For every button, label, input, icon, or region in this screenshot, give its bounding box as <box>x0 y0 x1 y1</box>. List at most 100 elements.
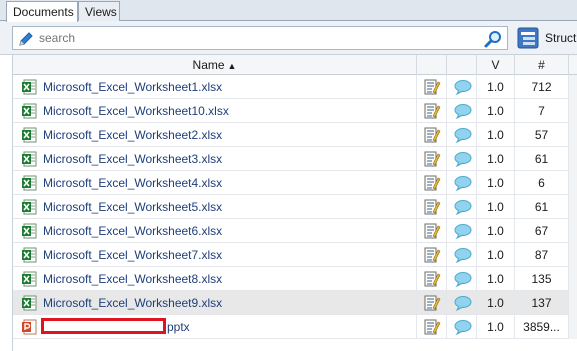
comment-bubble-icon[interactable] <box>454 103 472 122</box>
notes-cell[interactable] <box>417 123 447 147</box>
notes-cell[interactable] <box>417 99 447 123</box>
notes-cell[interactable] <box>417 171 447 195</box>
table-row[interactable]: Microsoft_Excel_Worksheet5.xlsx 1.0 61 <box>13 195 577 219</box>
name-cell[interactable]: Microsoft_Excel_Worksheet4.xlsx <box>13 171 417 195</box>
file-name: Microsoft_Excel_Worksheet10.xlsx <box>43 104 229 118</box>
file-name: Microsoft_Excel_Worksheet6.xlsx <box>43 224 223 238</box>
extra-cell <box>569 315 577 339</box>
table-row[interactable]: Microsoft_Excel_Worksheet6.xlsx 1.0 67 <box>13 219 577 243</box>
tab-views[interactable]: Views <box>78 1 120 21</box>
notes-icon[interactable] <box>423 198 441 219</box>
notes-icon[interactable] <box>423 150 441 171</box>
search-icon[interactable] <box>483 29 503 52</box>
table-row[interactable]: Microsoft_Excel_Worksheet2.xlsx 1.0 57 <box>13 123 577 147</box>
comment-bubble-icon[interactable] <box>454 175 472 194</box>
notes-cell[interactable] <box>417 267 447 291</box>
comments-cell[interactable] <box>447 315 477 339</box>
comments-cell[interactable] <box>447 75 477 99</box>
name-cell[interactable]: Microsoft_Excel_Worksheet7.xlsx <box>13 243 417 267</box>
table-row[interactable]: pptx 1.0 3859... <box>13 315 577 339</box>
name-cell[interactable]: Microsoft_Excel_Worksheet2.xlsx <box>13 123 417 147</box>
notes-cell[interactable] <box>417 219 447 243</box>
name-cell[interactable]: pptx <box>13 315 417 339</box>
redaction-box <box>41 318 166 334</box>
table-row[interactable]: Microsoft_Excel_Worksheet7.xlsx 1.0 87 <box>13 243 577 267</box>
column-header-extra[interactable] <box>569 55 577 75</box>
name-cell[interactable]: Microsoft_Excel_Worksheet3.xlsx <box>13 147 417 171</box>
name-cell[interactable]: Microsoft_Excel_Worksheet1.xlsx <box>13 75 417 99</box>
comments-cell[interactable] <box>447 99 477 123</box>
toolbar: Structu <box>0 21 577 55</box>
notes-icon[interactable] <box>423 318 441 339</box>
comment-bubble-icon[interactable] <box>454 223 472 242</box>
comment-bubble-icon[interactable] <box>454 79 472 98</box>
file-name: Microsoft_Excel_Worksheet3.xlsx <box>43 152 223 166</box>
search-input[interactable] <box>39 30 469 46</box>
count-cell: 6 <box>515 171 569 195</box>
comments-cell[interactable] <box>447 243 477 267</box>
structure-label: Structu <box>545 31 577 45</box>
excel-file-icon <box>21 223 37 242</box>
count-cell: 67 <box>515 219 569 243</box>
version-cell: 1.0 <box>477 195 515 219</box>
version-cell: 1.0 <box>477 243 515 267</box>
version-cell: 1.0 <box>477 75 515 99</box>
comments-cell[interactable] <box>447 291 477 315</box>
count-cell: 135 <box>515 267 569 291</box>
column-header-notes[interactable] <box>417 55 447 75</box>
column-header-version[interactable]: V <box>477 55 515 75</box>
notes-cell[interactable] <box>417 195 447 219</box>
notes-cell[interactable] <box>417 243 447 267</box>
table-row[interactable]: Microsoft_Excel_Worksheet4.xlsx 1.0 6 <box>13 171 577 195</box>
table-row[interactable]: Microsoft_Excel_Worksheet1.xlsx 1.0 712 <box>13 75 577 99</box>
count-cell: 57 <box>515 123 569 147</box>
name-cell[interactable]: Microsoft_Excel_Worksheet8.xlsx <box>13 267 417 291</box>
comments-cell[interactable] <box>447 219 477 243</box>
column-header-name[interactable]: Name ▲ <box>13 55 417 75</box>
notes-icon[interactable] <box>423 270 441 291</box>
table-row[interactable]: Microsoft_Excel_Worksheet3.xlsx 1.0 61 <box>13 147 577 171</box>
name-cell[interactable]: Microsoft_Excel_Worksheet6.xlsx <box>13 219 417 243</box>
sort-ascending-icon: ▲ <box>227 61 237 71</box>
comments-cell[interactable] <box>447 267 477 291</box>
name-cell[interactable]: Microsoft_Excel_Worksheet9.xlsx <box>13 291 417 315</box>
comments-cell[interactable] <box>447 147 477 171</box>
comments-cell[interactable] <box>447 195 477 219</box>
comments-cell[interactable] <box>447 123 477 147</box>
notes-icon[interactable] <box>423 222 441 243</box>
notes-cell[interactable] <box>417 75 447 99</box>
notes-icon[interactable] <box>423 174 441 195</box>
name-cell[interactable]: Microsoft_Excel_Worksheet10.xlsx <box>13 99 417 123</box>
tab-documents[interactable]: Documents <box>6 1 78 22</box>
name-cell[interactable]: Microsoft_Excel_Worksheet5.xlsx <box>13 195 417 219</box>
file-name: Microsoft_Excel_Worksheet9.xlsx <box>43 296 223 310</box>
comment-bubble-icon[interactable] <box>454 127 472 146</box>
notes-cell[interactable] <box>417 147 447 171</box>
comment-bubble-icon[interactable] <box>454 151 472 170</box>
comments-cell[interactable] <box>447 171 477 195</box>
comment-bubble-icon[interactable] <box>454 319 472 338</box>
comment-bubble-icon[interactable] <box>454 271 472 290</box>
table-row[interactable]: Microsoft_Excel_Worksheet10.xlsx 1.0 7 <box>13 99 577 123</box>
table-row[interactable]: Microsoft_Excel_Worksheet9.xlsx 1.0 137 <box>13 291 577 315</box>
extra-cell <box>569 147 577 171</box>
comment-bubble-icon[interactable] <box>454 247 472 266</box>
notes-icon[interactable] <box>423 78 441 99</box>
notes-cell[interactable] <box>417 291 447 315</box>
comment-bubble-icon[interactable] <box>454 295 472 314</box>
column-header-comments[interactable] <box>447 55 477 75</box>
comment-bubble-icon[interactable] <box>454 199 472 218</box>
column-header-count[interactable]: # <box>515 55 569 75</box>
notes-icon[interactable] <box>423 294 441 315</box>
notes-icon[interactable] <box>423 102 441 123</box>
excel-file-icon <box>21 127 37 146</box>
notes-icon[interactable] <box>423 126 441 147</box>
extra-cell <box>569 291 577 315</box>
structure-button[interactable]: Structu <box>517 27 577 49</box>
table-row[interactable]: Microsoft_Excel_Worksheet8.xlsx 1.0 135 <box>13 267 577 291</box>
notes-icon[interactable] <box>423 246 441 267</box>
excel-file-icon <box>21 271 37 290</box>
extra-cell <box>569 123 577 147</box>
file-name: Microsoft_Excel_Worksheet4.xlsx <box>43 176 223 190</box>
notes-cell[interactable] <box>417 315 447 339</box>
